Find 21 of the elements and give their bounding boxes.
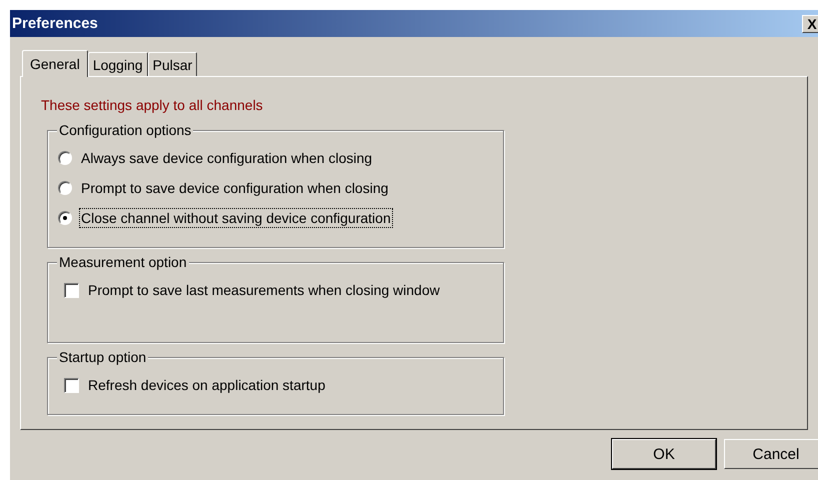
group-title: Measurement option [57, 254, 189, 270]
radio-button[interactable] [58, 211, 72, 225]
tab[interactable]: General [22, 50, 88, 77]
dialog-button[interactable]: Cancel [724, 439, 818, 469]
close-button[interactable]: X [802, 14, 818, 32]
option-label[interactable]: Prompt to save last measurements when closing window [86, 280, 442, 300]
info-text: These settings apply to all channels [41, 97, 264, 113]
dialog-button[interactable]: OK [612, 439, 716, 469]
option-label[interactable]: Refresh devices on application startup [86, 375, 328, 395]
radio-button[interactable] [58, 181, 72, 195]
tab[interactable]: Pulsar [148, 52, 198, 76]
option-label[interactable]: Always save device configuration when closing [79, 148, 374, 168]
window-title: Preferences [12, 15, 98, 32]
group-title: Startup option [57, 349, 148, 365]
checkbox[interactable] [64, 378, 79, 392]
tab[interactable]: Logging [88, 52, 148, 76]
option-label[interactable]: Close channel without saving device configuration [79, 208, 393, 228]
checkbox[interactable] [64, 282, 79, 298]
radio-button[interactable] [58, 151, 72, 165]
option-label[interactable]: Prompt to save device configuration when closing [79, 178, 390, 198]
group-title: Configuration options [57, 122, 194, 138]
